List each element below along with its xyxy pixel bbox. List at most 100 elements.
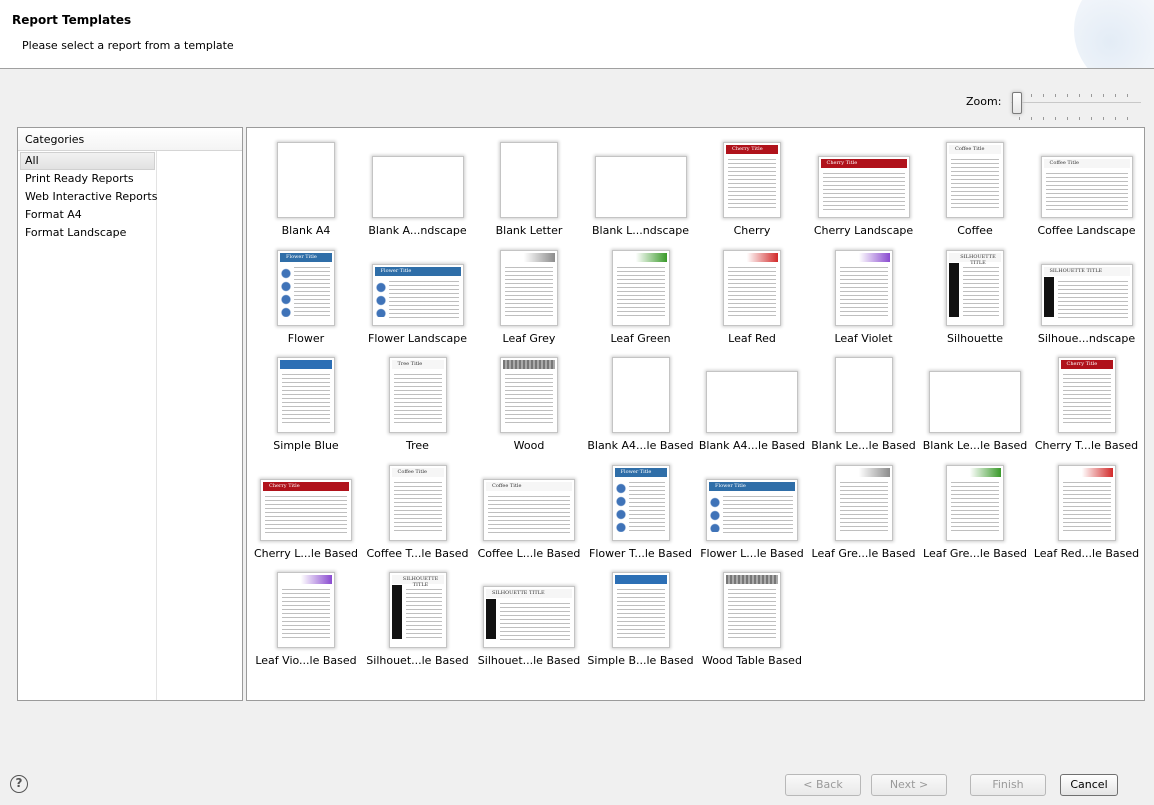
template-tile[interactable]: SILHOUETTE TITLE Silhoue...ndscape <box>1032 244 1142 350</box>
template-thumbnail[interactable] <box>611 249 670 326</box>
finish-button[interactable]: Finish <box>970 774 1046 796</box>
template-tile[interactable]: Wood Table Based <box>697 566 807 672</box>
template-tile[interactable]: Flower Title Flower T...le Based <box>586 459 696 565</box>
template-tile[interactable]: Wood <box>474 351 584 457</box>
thumbnail-content-lines <box>1062 374 1111 426</box>
template-thumbnail[interactable] <box>500 249 558 326</box>
template-tile[interactable]: Leaf Gre...le Based <box>920 459 1030 565</box>
category-item-web-interactive-reports[interactable]: Web Interactive Reports <box>18 188 242 206</box>
template-thumbnail-area: SILHOUETTE TITLE <box>474 566 584 648</box>
template-thumbnail[interactable] <box>834 249 893 326</box>
template-thumbnail[interactable] <box>611 357 670 433</box>
template-tile[interactable]: Leaf Red...le Based <box>1032 459 1142 565</box>
template-tile[interactable]: Blank Le...le Based <box>920 351 1030 457</box>
zoom-slider-handle[interactable] <box>1012 92 1022 114</box>
template-tile[interactable]: Simple Blue <box>251 351 361 457</box>
template-tile[interactable]: Cherry Title Cherry L...le Based <box>251 459 361 565</box>
template-tile[interactable]: Blank Letter <box>474 136 584 242</box>
template-tile[interactable]: Coffee Title Coffee L...le Based <box>474 459 584 565</box>
next-button[interactable]: Next > <box>871 774 947 796</box>
template-tile[interactable]: Leaf Grey <box>474 244 584 350</box>
category-item-format-landscape[interactable]: Format Landscape <box>18 224 242 242</box>
dialog-header: Report Templates Please select a report … <box>0 0 1154 69</box>
template-thumbnail[interactable] <box>611 572 670 648</box>
thumbnail-header-band: Cherry Title <box>263 481 349 491</box>
template-thumbnail[interactable] <box>594 156 687 218</box>
template-thumbnail[interactable] <box>723 572 781 648</box>
template-thumbnail[interactable]: SILHOUETTE TITLE <box>483 586 575 648</box>
template-thumbnail[interactable]: Flower Title <box>371 263 464 326</box>
template-thumbnail[interactable] <box>834 357 893 433</box>
template-tile[interactable]: Cherry Title Cherry <box>697 136 807 242</box>
template-tile[interactable]: Coffee Title Coffee Landscape <box>1032 136 1142 242</box>
template-thumbnail[interactable]: SILHOUETTE TITLE <box>946 249 1004 326</box>
category-item-format-a4[interactable]: Format A4 <box>18 206 242 224</box>
template-thumbnail[interactable] <box>946 464 1004 541</box>
template-tile[interactable]: SILHOUETTE TITLE Silhouet...le Based <box>474 566 584 672</box>
template-thumbnail[interactable] <box>834 464 893 541</box>
template-thumbnail[interactable] <box>277 142 335 218</box>
category-item-all[interactable]: All <box>20 152 155 170</box>
template-label: Leaf Vio...le Based <box>255 654 357 667</box>
template-thumbnail[interactable]: Coffee Title <box>946 142 1004 218</box>
template-thumbnail[interactable] <box>929 371 1021 433</box>
template-label: Coffee L...le Based <box>477 546 581 560</box>
template-thumbnail[interactable]: SILHOUETTE TITLE <box>388 572 447 648</box>
template-thumbnail[interactable]: Flower Title <box>611 464 670 541</box>
template-tile[interactable]: Blank A4...le Based <box>586 351 696 457</box>
template-thumbnail[interactable]: Cherry Title <box>723 142 781 218</box>
template-tile[interactable]: Leaf Vio...le Based <box>251 566 361 672</box>
thumbnail-header-band: SILHOUETTE TITLE <box>486 589 572 598</box>
template-tile[interactable]: Blank A...ndscape <box>363 136 473 242</box>
template-tile[interactable]: Tree Title Tree <box>363 351 473 457</box>
zoom-ticks-bottom <box>1019 117 1139 120</box>
template-thumbnail[interactable]: Coffee Title <box>483 478 575 541</box>
cancel-button[interactable]: Cancel <box>1060 774 1118 796</box>
thumbnail-content-lines <box>728 159 776 211</box>
template-thumbnail[interactable]: Cherry Title <box>817 156 910 218</box>
thumbnail-header-band: SILHOUETTE TITLE <box>1043 266 1130 276</box>
template-thumbnail[interactable]: Cherry Title <box>1057 357 1116 433</box>
template-thumbnail[interactable] <box>500 142 558 218</box>
template-tile[interactable]: Cherry Title Cherry Landscape <box>809 136 919 242</box>
template-thumbnail[interactable]: SILHOUETTE TITLE <box>1040 263 1133 326</box>
template-thumbnail[interactable] <box>706 371 798 433</box>
template-thumbnail[interactable] <box>723 249 781 326</box>
template-thumbnail[interactable]: Tree Title <box>388 357 447 433</box>
template-tile[interactable]: SILHOUETTE TITLE Silhouette <box>920 244 1030 350</box>
template-tile[interactable]: Flower Title Flower Landscape <box>363 244 473 350</box>
template-tile[interactable]: Flower Title Flower <box>251 244 361 350</box>
template-thumbnail[interactable] <box>277 572 335 648</box>
template-tile[interactable]: Simple B...le Based <box>586 566 696 672</box>
template-tile[interactable]: Leaf Violet <box>809 244 919 350</box>
template-label: Simple Blue <box>273 439 339 452</box>
zoom-slider[interactable] <box>1009 90 1141 122</box>
template-tile[interactable]: Coffee Title Coffee <box>920 136 1030 242</box>
template-tile[interactable]: Coffee Title Coffee T...le Based <box>363 459 473 565</box>
template-tile[interactable]: Blank A4 <box>251 136 361 242</box>
thumbnail-header-band: Coffee Title <box>949 145 1001 154</box>
template-thumbnail[interactable] <box>500 357 558 433</box>
template-thumbnail[interactable]: Flower Title <box>706 478 798 541</box>
template-tile[interactable]: Blank A4...le Based <box>697 351 807 457</box>
template-tile[interactable]: Blank L...ndscape <box>586 136 696 242</box>
help-icon[interactable]: ? <box>10 775 28 793</box>
categories-column-header[interactable]: Categories <box>18 128 242 151</box>
template-thumbnail[interactable]: Coffee Title <box>1040 156 1133 218</box>
template-tile[interactable]: Leaf Red <box>697 244 807 350</box>
template-thumbnail[interactable]: Flower Title <box>277 249 335 326</box>
template-thumbnail[interactable] <box>1057 464 1116 541</box>
template-thumbnail[interactable] <box>277 357 335 433</box>
template-thumbnail[interactable] <box>371 156 464 218</box>
back-button[interactable]: < Back <box>785 774 861 796</box>
template-tile[interactable]: SILHOUETTE TITLE Silhouet...le Based <box>363 566 473 672</box>
template-tile[interactable]: Blank Le...le Based <box>809 351 919 457</box>
template-thumbnail[interactable]: Cherry Title <box>260 478 352 541</box>
template-tile[interactable]: Leaf Green <box>586 244 696 350</box>
thumbnail-content-lines <box>282 374 330 426</box>
template-tile[interactable]: Cherry Title Cherry T...le Based <box>1032 351 1142 457</box>
template-tile[interactable]: Leaf Gre...le Based <box>809 459 919 565</box>
template-thumbnail[interactable]: Coffee Title <box>388 464 447 541</box>
template-tile[interactable]: Flower Title Flower L...le Based <box>697 459 807 565</box>
category-item-print-ready-reports[interactable]: Print Ready Reports <box>18 170 242 188</box>
